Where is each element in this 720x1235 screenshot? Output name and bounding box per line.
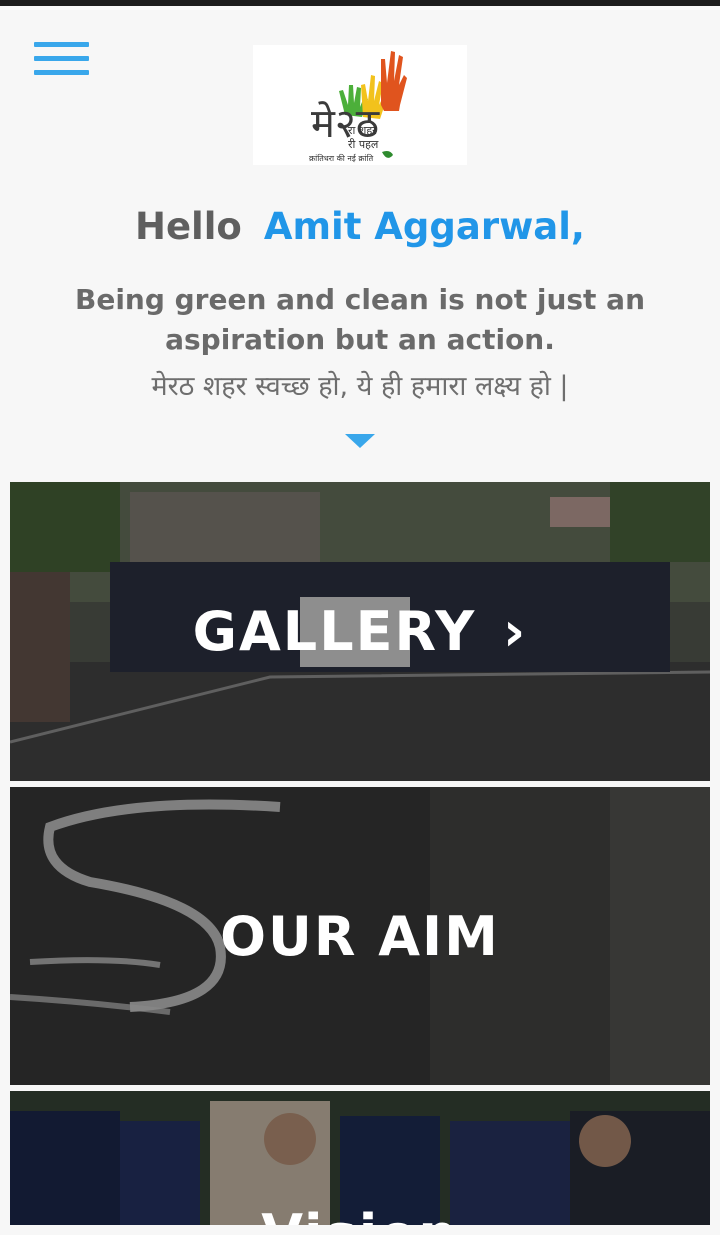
vision-label: Vision (10, 1203, 710, 1225)
vision-card[interactable]: Vision (10, 1091, 710, 1225)
gallery-title: GALLERY (192, 600, 477, 663)
hamburger-menu-button[interactable] (34, 42, 90, 78)
tagline-hindi: मेरठ शहर स्वच्छ हो, ये ही हमारा लक्ष्य ह… (151, 371, 569, 402)
caret-down-icon[interactable] (345, 434, 375, 448)
app-logo: मे२ठ रा शहर री पहल क्रांतिधरा की नई क्रा… (253, 45, 467, 165)
logo-graphic: मे२ठ रा शहर री पहल (311, 51, 407, 158)
gallery-label: GALLERY › (10, 600, 710, 663)
greeting-hello: Hello (134, 205, 242, 248)
logo-line2: रा शहर (348, 124, 377, 137)
logo-tagline: क्रांतिधरा की नई क्रांति (309, 154, 374, 163)
gallery-card[interactable]: GALLERY › (10, 482, 710, 781)
greeting: Hello Amit Aggarwal, (0, 205, 720, 248)
leaf-icon (382, 151, 393, 158)
chevron-right-icon: › (503, 600, 528, 663)
tagline-english: Being green and clean is not just an asp… (74, 283, 646, 356)
hamburger-icon-bar (34, 70, 89, 75)
hamburger-icon-bar (34, 56, 89, 61)
bottom-strip (0, 1225, 720, 1235)
logo-line3: री पहल (348, 138, 379, 151)
our-aim-label: OUR AIM (220, 905, 500, 968)
greeting-user-name: Amit Aggarwal, (263, 205, 585, 248)
status-bar (0, 0, 720, 6)
hamburger-icon (34, 42, 89, 47)
our-aim-card[interactable]: OUR AIM (10, 787, 710, 1085)
